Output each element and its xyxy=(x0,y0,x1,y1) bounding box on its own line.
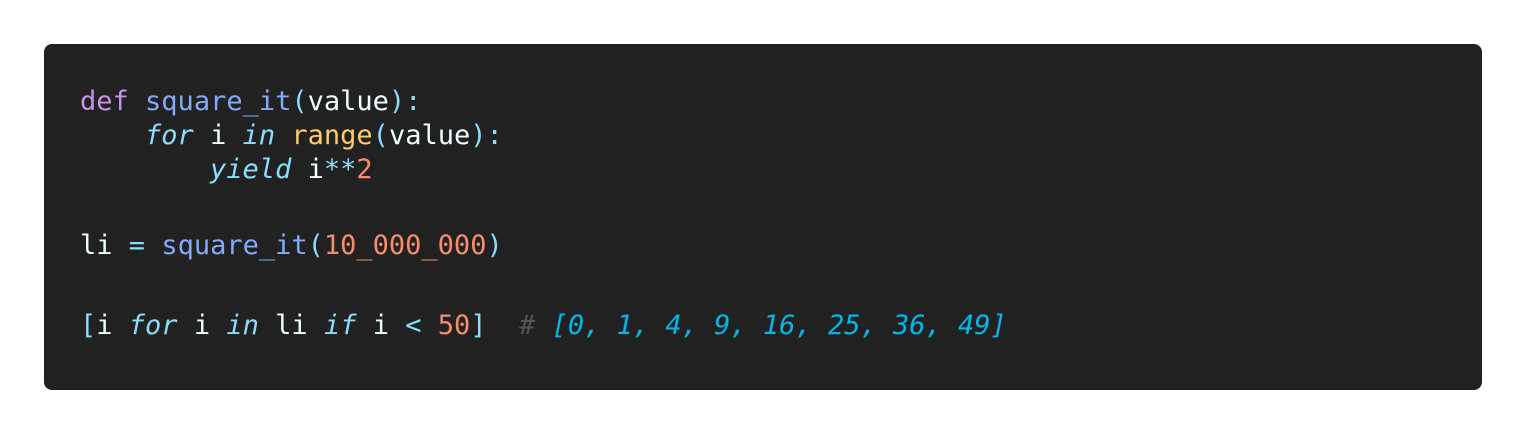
code-block: def square_it(value): for i in range(val… xyxy=(44,44,1482,390)
code-line-1: def square_it(value): xyxy=(80,85,421,119)
bracket-close: ] xyxy=(470,310,487,341)
code-line-3: yield i**2 xyxy=(80,153,373,187)
comp-loop-var: i xyxy=(193,310,211,341)
comment-mark: # xyxy=(519,310,536,341)
keyword-for: for xyxy=(145,120,194,151)
code-line-2: for i in range(value): xyxy=(80,119,503,153)
comp-var: i xyxy=(96,310,113,341)
range-arg: value xyxy=(388,120,471,151)
keyword-for: for xyxy=(128,310,178,341)
yield-var: i xyxy=(307,154,324,185)
keyword-def: def xyxy=(80,86,129,117)
keyword-in: in xyxy=(226,310,259,341)
keyword-if: if xyxy=(323,310,357,341)
paren-open: ( xyxy=(291,86,308,117)
paren-close: ) xyxy=(486,230,503,261)
assign-operator: = xyxy=(128,230,146,261)
keyword-in: in xyxy=(242,120,276,151)
paren-close: ): xyxy=(388,86,422,117)
param-name: value xyxy=(307,86,389,117)
assign-var: li xyxy=(80,230,113,261)
power-operator: ** xyxy=(323,154,357,185)
code-line-7: [i for i in li if i < 50] # [0, 1, 4, 9,… xyxy=(80,309,1007,343)
less-than-operator: < xyxy=(405,310,422,341)
function-name: square_it xyxy=(145,86,292,117)
paren-close: ): xyxy=(470,120,503,151)
exponent-number: 2 xyxy=(356,154,373,185)
comp-cond-var: i xyxy=(372,310,389,341)
comment-text: [0, 1, 4, 9, 16, 25, 36, 49] xyxy=(551,310,1007,341)
code-line-5: li = square_it(10_000_000) xyxy=(80,229,503,263)
paren-open: ( xyxy=(307,230,324,261)
builtin-range: range xyxy=(291,120,373,151)
bracket-open: [ xyxy=(80,310,97,341)
call-name: square_it xyxy=(161,230,308,261)
paren-open: ( xyxy=(372,120,389,151)
keyword-yield: yield xyxy=(210,154,292,185)
cond-number: 50 xyxy=(437,310,471,341)
loop-var: i xyxy=(210,120,227,151)
call-number: 10_000_000 xyxy=(323,230,487,261)
comp-iter: li xyxy=(275,310,308,341)
